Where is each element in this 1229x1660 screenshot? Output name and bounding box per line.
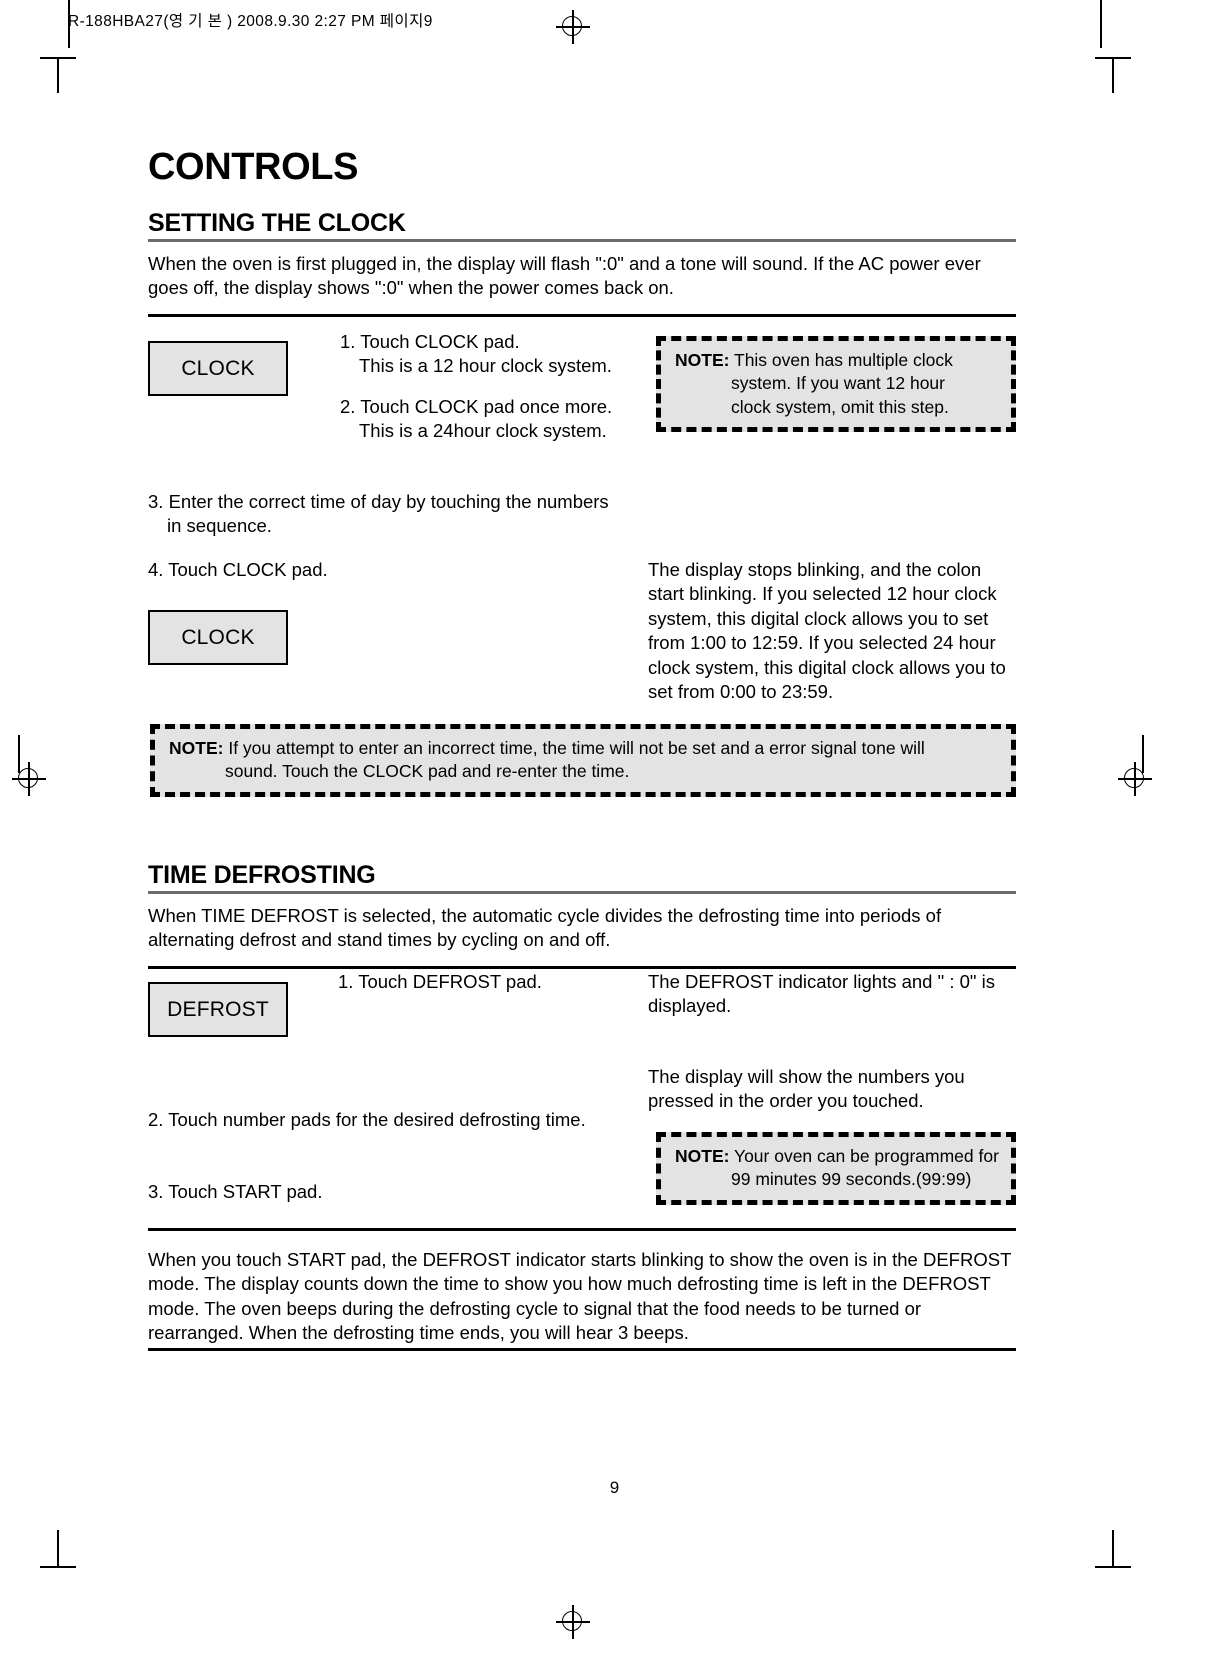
registration-mark-top bbox=[556, 10, 590, 44]
clock-step-1: 1. Touch CLOCK pad. This is a 12 hour cl… bbox=[340, 330, 640, 378]
defrost-result-1: The DEFROST indicator lights and " : 0" … bbox=[648, 970, 1016, 1019]
defrost-pad[interactable]: DEFROST bbox=[148, 982, 288, 1037]
crop-mark-corner-top-right-v bbox=[1112, 57, 1114, 93]
clock-pad-2[interactable]: CLOCK bbox=[148, 610, 288, 665]
note-3-first-line: NOTE: Your oven can be programmed for bbox=[675, 1145, 1001, 1168]
clock-result-body: The display stops blinking, and the colo… bbox=[648, 559, 1006, 703]
clock-step-2-line-1: 2. Touch CLOCK pad once more. bbox=[340, 396, 613, 417]
clock-pad-1-label-box[interactable]: CLOCK bbox=[148, 341, 288, 396]
note-box-multiple-clock-system: NOTE: This oven has multiple clock syste… bbox=[656, 336, 1016, 432]
clock-step-3-line-2: in sequence. bbox=[167, 515, 272, 537]
page-content: CONTROLS SETTING THE CLOCK When the oven… bbox=[148, 148, 1016, 317]
note-3-line-1: Your oven can be programmed for bbox=[734, 1146, 999, 1166]
crop-mark-bottom-right-h bbox=[1095, 1566, 1131, 1568]
clock-step-4: 4. Touch CLOCK pad. bbox=[148, 558, 568, 582]
clock-step-2: 2. Touch CLOCK pad once more. This is a … bbox=[340, 395, 640, 443]
crop-mark-top-right-vertical bbox=[1100, 0, 1102, 48]
section-intro-time-defrosting: When TIME DEFROST is selected, the autom… bbox=[148, 905, 942, 951]
note-2-label: NOTE: bbox=[169, 738, 224, 758]
note-box-incorrect-time: NOTE: If you attempt to enter an incorre… bbox=[150, 724, 1016, 797]
note-box-max-program-time: NOTE: Your oven can be programmed for 99… bbox=[656, 1132, 1016, 1205]
crop-mark-bottom-left-v bbox=[57, 1530, 59, 1568]
registration-mark-right bbox=[1118, 762, 1152, 796]
registration-mark-left bbox=[12, 762, 46, 796]
defrost-closing-body: When you touch START pad, the DEFROST in… bbox=[148, 1249, 1012, 1344]
divider-above-defrost-steps bbox=[148, 966, 1016, 969]
defrost-step-1-label: 1. Touch DEFROST pad. bbox=[338, 971, 542, 992]
defrost-closing-paragraph: When you touch START pad, the DEFROST in… bbox=[148, 1248, 1016, 1346]
note-2-line-2: sound. Touch the CLOCK pad and re-enter … bbox=[225, 761, 630, 782]
defrost-step-2: 2. Touch number pads for the desired def… bbox=[148, 1108, 618, 1132]
defrost-step-3-label: 3. Touch START pad. bbox=[148, 1181, 323, 1202]
defrost-pad-label: DEFROST bbox=[167, 997, 269, 1021]
section-rule-time-defrosting bbox=[148, 891, 1016, 895]
note-1-label: NOTE: bbox=[675, 350, 730, 370]
clock-pad-2-label: CLOCK bbox=[181, 625, 255, 649]
note-1-line-3: clock system, omit this step. bbox=[731, 396, 949, 417]
note-3-line-2: 99 minutes 99 seconds.(99:99) bbox=[731, 1169, 972, 1190]
divider-above-clock-steps bbox=[148, 314, 1016, 317]
note-2-first-line: NOTE: If you attempt to enter an incorre… bbox=[169, 737, 1001, 760]
page-slug: R-188HBA27(영 기 본 ) 2008.9.30 2:27 PM 페이지… bbox=[68, 13, 433, 30]
page-title: CONTROLS bbox=[148, 146, 359, 188]
clock-step-2-line-2: This is a 24hour clock system. bbox=[359, 420, 607, 442]
crop-mark-bottom-right-v bbox=[1112, 1530, 1114, 1568]
section-heading-setting-the-clock: SETTING THE CLOCK bbox=[148, 209, 406, 237]
note-1-line-2: system. If you want 12 hour bbox=[731, 373, 945, 394]
clock-step-4-label: 4. Touch CLOCK pad. bbox=[148, 559, 328, 580]
clock-result-text: The display stops blinking, and the colo… bbox=[648, 558, 1016, 704]
clock-step-3: 3. Enter the correct time of day by touc… bbox=[148, 490, 668, 538]
defrost-step-1: 1. Touch DEFROST pad. bbox=[338, 970, 638, 994]
crop-mark-corner-top-left-v bbox=[57, 57, 59, 93]
defrost-step-2-label: 2. Touch number pads for the desired def… bbox=[148, 1109, 586, 1130]
defrost-step-3: 3. Touch START pad. bbox=[148, 1180, 618, 1204]
note-3-label: NOTE: bbox=[675, 1146, 730, 1166]
registration-mark-bottom bbox=[556, 1605, 590, 1639]
section-intro-setting-the-clock: When the oven is first plugged in, the d… bbox=[148, 253, 981, 299]
defrost-pad-label-box[interactable]: DEFROST bbox=[148, 982, 288, 1037]
clock-pad-1-label: CLOCK bbox=[181, 356, 255, 380]
note-1-line-1: This oven has multiple clock bbox=[734, 350, 953, 370]
defrost-result-1-body: The DEFROST indicator lights and " : 0" … bbox=[648, 971, 995, 1017]
section-rule-setting-the-clock bbox=[148, 239, 1016, 243]
clock-step-3-line-1: 3. Enter the correct time of day by touc… bbox=[148, 491, 609, 512]
clock-step-1-line-1: 1. Touch CLOCK pad. bbox=[340, 331, 520, 352]
defrost-result-2-body: The display will show the numbers you pr… bbox=[648, 1066, 965, 1112]
clock-pad-2-label-box[interactable]: CLOCK bbox=[148, 610, 288, 665]
section-time-defrosting: TIME DEFROSTING When TIME DEFROST is sel… bbox=[148, 862, 1016, 969]
defrost-result-2: The display will show the numbers you pr… bbox=[648, 1065, 1016, 1113]
note-2-line-1: If you attempt to enter an incorrect tim… bbox=[228, 738, 925, 758]
crop-mark-bottom-left-h bbox=[40, 1566, 76, 1568]
divider-below-closing-paragraph bbox=[148, 1348, 1016, 1351]
section-heading-time-defrosting: TIME DEFROSTING bbox=[148, 861, 376, 889]
clock-step-1-line-2: This is a 12 hour clock system. bbox=[359, 355, 612, 377]
note-1-first-line: NOTE: This oven has multiple clock bbox=[675, 349, 1001, 372]
clock-pad-1[interactable]: CLOCK bbox=[148, 341, 288, 396]
page-number: 9 bbox=[609, 1478, 620, 1497]
divider-above-closing-paragraph bbox=[148, 1228, 1016, 1231]
